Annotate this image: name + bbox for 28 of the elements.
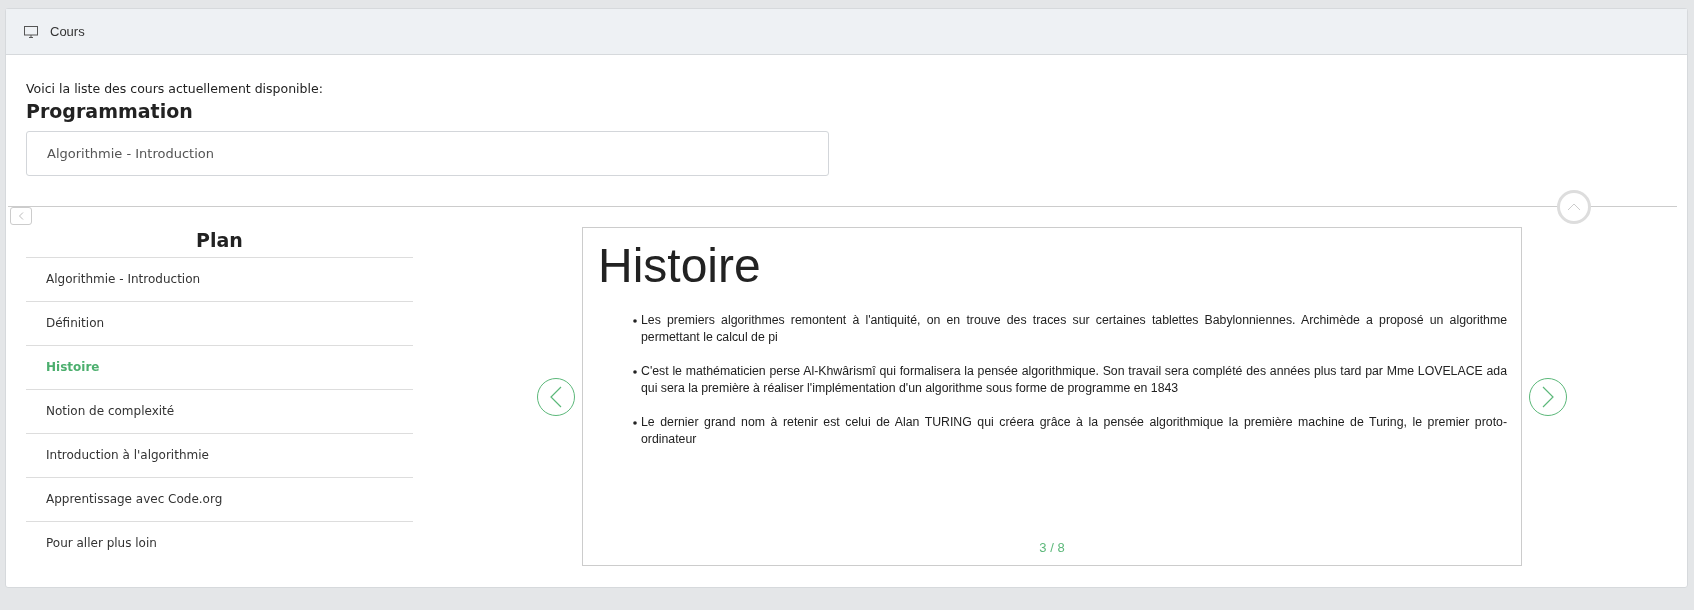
bullet-text: Les premiers algorithmes remontent à l'antiquité, on en trouve des traces sur certaines tablettes Babylonniennes. Archimède a proposé un algorithme permettant le calcul de pi bbox=[641, 312, 1507, 346]
chevron-up-icon bbox=[1567, 203, 1581, 211]
previous-slide-button[interactable] bbox=[537, 377, 575, 416]
bullet-text: C'est le mathématicien perse Al-Khwârismî qui formalisera la pensée algorithmique. Son travail sera complété des années plus tard par Mme LOVELACE ada qui sera la première à réaliser l'implémentation d'un algorithme sous forme de programme en 1843 bbox=[641, 363, 1507, 397]
plan-title: Plan bbox=[26, 227, 413, 258]
scroll-up-button[interactable] bbox=[1557, 190, 1591, 224]
collapse-button[interactable] bbox=[10, 207, 32, 225]
bullet-icon bbox=[633, 421, 637, 425]
header-title: Cours bbox=[50, 24, 85, 39]
course-select[interactable]: Algorithmie - Introduction bbox=[26, 131, 829, 176]
plan-item[interactable]: Notion de complexité bbox=[26, 390, 413, 434]
chevron-left-icon bbox=[18, 212, 24, 220]
page-indicator: 3 / 8 bbox=[1039, 540, 1065, 557]
bullet-icon bbox=[633, 319, 637, 323]
bullet-icon bbox=[633, 370, 637, 374]
plan-item[interactable]: Apprentissage avec Code.org bbox=[26, 478, 413, 522]
chevron-left-icon bbox=[550, 385, 562, 408]
category-heading: Programmation bbox=[26, 100, 194, 122]
plan-item[interactable]: Introduction à l'algorithmie bbox=[26, 434, 413, 478]
next-slide-button[interactable] bbox=[1529, 377, 1567, 416]
monitor-icon bbox=[24, 25, 38, 38]
bullet-text: Le dernier grand nom à retenir est celui de Alan TURING qui créera grâce à la pensée algorithmique la première machine de Turing, le premier proto-ordinateur bbox=[641, 414, 1507, 448]
intro-text: Voici la liste des cours actuellement disponible: bbox=[26, 81, 324, 96]
chevron-right-icon bbox=[1542, 385, 1554, 408]
plan-item[interactable]: Pour aller plus loin bbox=[26, 522, 413, 565]
plan-item[interactable]: Algorithmie - Introduction bbox=[26, 258, 413, 302]
plan-item[interactable]: Définition bbox=[26, 302, 413, 346]
slide-title: Histoire bbox=[598, 238, 762, 294]
